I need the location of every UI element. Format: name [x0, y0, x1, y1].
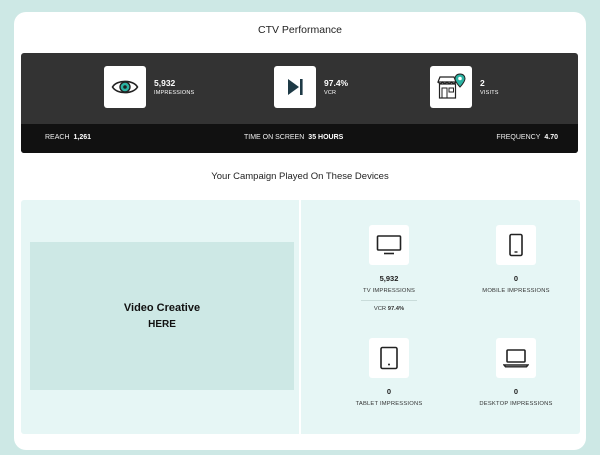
summary-metrics-bar: REACH 1,261 TIME ON SCREEN 35 HOURS FREQUE… — [21, 124, 578, 153]
stat-label: VCR — [324, 90, 337, 96]
video-creative-subtitle: HERE — [148, 319, 176, 330]
metric-label: TIME ON SCREEN — [244, 134, 305, 141]
metric-label: FREQUENCY — [496, 134, 541, 141]
device-label: DESKTOP IMPRESSIONS — [479, 401, 553, 407]
device-value: 0 — [386, 387, 392, 396]
stat-value: 2 — [480, 78, 485, 88]
metric-reach: REACH 1,261 — [45, 134, 91, 141]
storefront-pin-icon — [430, 66, 472, 108]
laptop-icon — [496, 338, 536, 378]
stat-label: IMPRESSIONS — [154, 90, 195, 96]
device-value: 5,932 — [379, 274, 399, 283]
tv-icon — [369, 225, 409, 265]
video-creative-placeholder: Video Creative HERE — [30, 242, 294, 390]
device-value: 0 — [513, 387, 519, 396]
metric-value: 1,261 — [73, 134, 92, 141]
divider — [361, 300, 417, 301]
stat-visits: 2 VISITS — [430, 66, 499, 108]
eye-icon — [104, 66, 146, 108]
device-value: 0 — [513, 274, 519, 283]
device-label: TABLET IMPRESSIONS — [355, 401, 423, 407]
tablet-icon — [369, 338, 409, 378]
metric-value: 35 HOURS — [308, 134, 344, 141]
stat-label: VISITS — [480, 90, 499, 96]
device-tablet: 0 TABLET IMPRESSIONS — [324, 338, 454, 407]
device-desktop: 0 DESKTOP IMPRESSIONS — [451, 338, 581, 407]
panel-divider — [299, 200, 301, 434]
device-mobile: 0 MOBILE IMPRESSIONS — [451, 225, 581, 294]
metric-time-on-screen: TIME ON SCREEN 35 HOURS — [244, 134, 343, 141]
summary-panel: 5,932 IMPRESSIONS 97.4% VCR 2 VISITS REA… — [21, 53, 578, 153]
stat-impressions: 5,932 IMPRESSIONS — [104, 66, 194, 108]
device-label: TV IMPRESSIONS — [362, 288, 416, 294]
device-label: MOBILE IMPRESSIONS — [482, 288, 550, 294]
stat-vcr: 97.4% VCR — [274, 66, 348, 108]
vcr-label: VCR — [373, 306, 387, 312]
page-title: CTV Performance — [257, 24, 343, 36]
mobile-icon — [496, 225, 536, 265]
devices-subtitle: Your Campaign Played On These Devices — [211, 171, 389, 182]
device-tv: 5,932 TV IMPRESSIONS VCR 97.4% — [324, 225, 454, 312]
vcr-value: 97.4% — [387, 306, 405, 312]
play-skip-icon — [274, 66, 316, 108]
ctv-report-card: CTV Performance 5,932 IMPRESSIONS 97.4% … — [14, 12, 586, 450]
video-creative-title: Video Creative — [123, 302, 201, 314]
metric-label: REACH — [45, 134, 70, 141]
devices-panel: Video Creative HERE 5,932 TV IMPRESSIONS… — [21, 200, 580, 434]
metric-value: 4.70 — [544, 134, 558, 141]
tv-vcr: VCR 97.4% — [324, 306, 454, 312]
metric-frequency: FREQUENCY 4.70 — [496, 134, 558, 141]
stat-value: 97.4% — [324, 78, 349, 88]
stat-value: 5,932 — [154, 78, 176, 88]
